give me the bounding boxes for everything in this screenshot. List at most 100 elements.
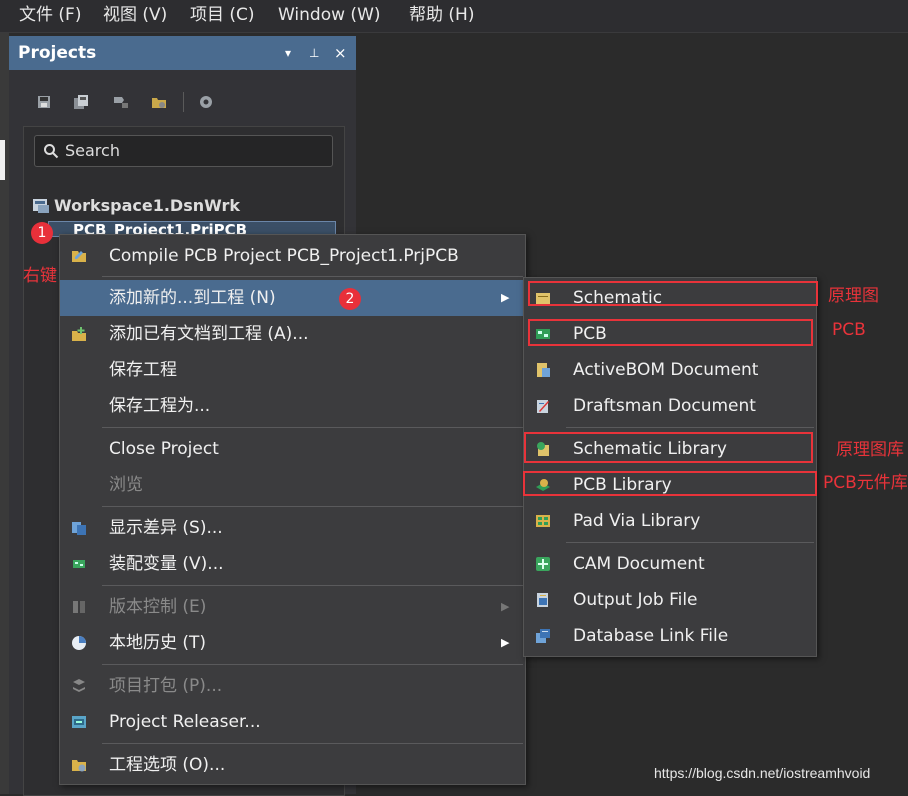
annotation-label-right-click: 右键 bbox=[23, 266, 57, 286]
menu-item-close-project[interactable]: Close Project bbox=[60, 431, 525, 467]
submenu-item-database-link[interactable]: Database Link File bbox=[524, 618, 816, 654]
submenu-item-output-job[interactable]: Output Job File bbox=[524, 582, 816, 618]
search-placeholder: Search bbox=[65, 141, 120, 160]
menu-item-label: Project Releaser... bbox=[109, 712, 261, 732]
menu-item-label: 显示差异 (S)... bbox=[109, 518, 223, 538]
menu-item-show-differences[interactable]: 显示差异 (S)... bbox=[60, 510, 525, 546]
menu-file[interactable]: 文件 (F) bbox=[19, 0, 81, 32]
annotation-label-pcb-library: PCB元件库 bbox=[823, 473, 908, 493]
version-control-icon bbox=[73, 601, 85, 613]
annotation-label-schematic-library: 原理图库 bbox=[836, 440, 904, 460]
menu-item-label: 添加已有文档到工程 (A)... bbox=[109, 324, 309, 344]
annotation-box-pcb bbox=[528, 319, 813, 346]
menu-item-label: 装配变量 (V)... bbox=[109, 554, 224, 574]
annotation-label-pcb: PCB bbox=[832, 320, 866, 340]
submenu-item-draftsman[interactable]: Draftsman Document bbox=[524, 388, 816, 424]
padvia-icon bbox=[536, 515, 550, 527]
submenu-item-cam-document[interactable]: CAM Document bbox=[524, 546, 816, 582]
window-edge-highlight bbox=[0, 140, 5, 180]
menu-view[interactable]: 视图 (V) bbox=[103, 0, 167, 32]
compile-toolbar-icon[interactable] bbox=[113, 94, 129, 110]
context-menu: Compile PCB Project PCB_Project1.PrjPCB … bbox=[59, 234, 526, 785]
options-icon bbox=[72, 760, 86, 772]
menu-separator bbox=[102, 743, 523, 744]
toolbar-separator bbox=[183, 92, 184, 112]
menu-window[interactable]: Window (W) bbox=[278, 0, 381, 32]
menu-separator bbox=[566, 542, 814, 543]
menu-item-label: 版本控制 (E) bbox=[109, 597, 207, 617]
panel-close-button[interactable]: × bbox=[334, 36, 347, 70]
diff-icon bbox=[72, 522, 86, 535]
submenu-item-label: CAM Document bbox=[573, 554, 705, 574]
package-icon bbox=[73, 679, 85, 692]
cam-icon bbox=[536, 557, 550, 571]
save-all-icon[interactable] bbox=[73, 94, 89, 110]
search-input[interactable]: Search bbox=[34, 135, 333, 167]
annotation-box-schematic bbox=[528, 281, 818, 306]
menu-bar: 文件 (F) 视图 (V) 项目 (C) Window (W) 帮助 (H) bbox=[0, 0, 908, 33]
annotation-label-schematic: 原理图 bbox=[828, 286, 879, 306]
menu-item-add-existing[interactable]: 添加已有文档到工程 (A)... bbox=[60, 316, 525, 352]
menu-item-label: 本地历史 (T) bbox=[109, 633, 207, 653]
panel-pin-button[interactable]: ⊥ bbox=[309, 36, 319, 70]
panel-title-bar: Projects ▾ ⊥ × bbox=[9, 36, 356, 70]
submenu-item-label: Output Job File bbox=[573, 590, 698, 610]
workspace-icon bbox=[33, 199, 49, 213]
menu-project[interactable]: 项目 (C) bbox=[190, 0, 255, 32]
menu-item-label: 浏览 bbox=[109, 475, 143, 495]
submenu-arrow-icon: ▶ bbox=[501, 291, 510, 304]
submenu-arrow-icon: ▶ bbox=[501, 636, 510, 649]
menu-separator bbox=[102, 664, 523, 665]
menu-item-label: 保存工程 bbox=[109, 360, 177, 380]
menu-item-label: 添加新的...到工程 (N) bbox=[109, 288, 276, 308]
open-folder-icon[interactable] bbox=[151, 94, 167, 110]
menu-item-save-project-as[interactable]: 保存工程为... bbox=[60, 388, 525, 424]
menu-item-compile[interactable]: Compile PCB Project PCB_Project1.PrjPCB bbox=[60, 238, 525, 274]
submenu-item-label: Pad Via Library bbox=[573, 511, 701, 531]
menu-item-label: 工程选项 (O)... bbox=[109, 755, 226, 775]
panel-toolbar bbox=[9, 88, 356, 118]
menu-item-label: 项目打包 (P)... bbox=[109, 676, 223, 696]
step-badge-2: 2 bbox=[339, 288, 361, 310]
outjob-icon bbox=[537, 593, 548, 607]
gear-icon[interactable] bbox=[198, 94, 214, 110]
menu-item-add-new[interactable]: 添加新的...到工程 (N) ▶ bbox=[60, 280, 525, 316]
submenu-item-label: Draftsman Document bbox=[573, 396, 756, 416]
menu-item-label: Compile PCB Project PCB_Project1.PrjPCB bbox=[109, 246, 459, 266]
menu-item-variants[interactable]: 装配变量 (V)... bbox=[60, 546, 525, 582]
bom-icon bbox=[537, 363, 550, 377]
menu-separator bbox=[102, 506, 523, 507]
submenu-item-pad-via-library[interactable]: Pad Via Library bbox=[524, 503, 816, 539]
annotation-box-pcb-library bbox=[523, 471, 817, 496]
menu-item-label: 保存工程为... bbox=[109, 396, 211, 416]
submenu-item-activebom[interactable]: ActiveBOM Document bbox=[524, 352, 816, 388]
dblink-icon bbox=[536, 629, 550, 643]
menu-item-project-options[interactable]: 工程选项 (O)... bbox=[60, 747, 525, 783]
menu-separator bbox=[102, 276, 523, 277]
menu-item-version-control: 版本控制 (E) ▶ bbox=[60, 589, 525, 625]
step-badge-1: 1 bbox=[31, 222, 53, 244]
variants-icon bbox=[73, 560, 85, 568]
releaser-icon bbox=[72, 716, 86, 728]
submenu-item-label: ActiveBOM Document bbox=[573, 360, 759, 380]
submenu-arrow-icon: ▶ bbox=[501, 600, 510, 613]
menu-item-browse: 浏览 bbox=[60, 467, 525, 503]
menu-item-local-history[interactable]: 本地历史 (T) ▶ bbox=[60, 625, 525, 661]
menu-help[interactable]: 帮助 (H) bbox=[409, 0, 474, 32]
history-icon bbox=[72, 636, 86, 650]
panel-menu-button[interactable]: ▾ bbox=[285, 36, 291, 70]
annotation-box-schematic-library bbox=[524, 432, 813, 463]
save-icon[interactable] bbox=[36, 94, 52, 110]
menu-separator bbox=[566, 427, 814, 428]
watermark: https://blog.csdn.net/iostreamhvoid bbox=[654, 765, 871, 781]
add-existing-icon bbox=[72, 327, 86, 341]
menu-separator bbox=[102, 427, 523, 428]
workspace-label: Workspace1.DsnWrk bbox=[54, 196, 241, 215]
menu-item-label: Close Project bbox=[109, 439, 219, 459]
menu-item-save-project[interactable]: 保存工程 bbox=[60, 352, 525, 388]
search-icon bbox=[44, 144, 59, 159]
compile-icon bbox=[72, 251, 86, 262]
menu-item-project-releaser[interactable]: Project Releaser... bbox=[60, 704, 525, 740]
submenu-item-label: Database Link File bbox=[573, 626, 729, 646]
draftsman-icon bbox=[537, 400, 549, 413]
